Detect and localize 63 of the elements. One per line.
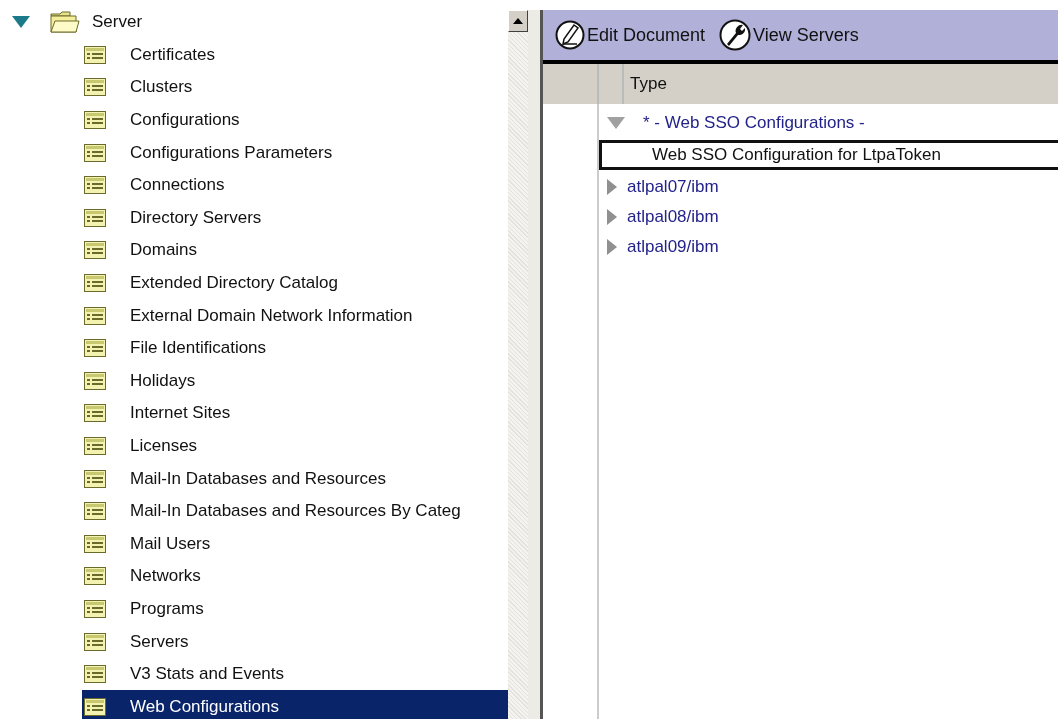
view-icon <box>84 600 106 618</box>
wrench-icon <box>719 19 752 51</box>
view-icon <box>84 665 106 684</box>
view-icon <box>84 502 106 521</box>
view-icon <box>84 371 106 390</box>
tree-item[interactable]: Programs <box>82 592 508 626</box>
view-icon <box>84 143 106 162</box>
view-icon <box>84 534 106 553</box>
expanded-arrow-icon[interactable] <box>12 16 30 29</box>
document-row[interactable]: Web SSO Configuration for LtpaToken <box>599 140 1058 170</box>
view-icon <box>84 632 106 651</box>
tree-item[interactable]: Mail-In Databases and Resources By Categ <box>82 494 508 528</box>
tree-item[interactable]: Mail-In Databases and Resources <box>82 462 508 495</box>
tree-item[interactable]: Licenses <box>82 429 508 463</box>
category-row[interactable]: atlpal07/ibm <box>627 177 719 197</box>
view-icon <box>84 274 106 293</box>
tree-item[interactable]: Directory Servers <box>82 201 508 235</box>
toolbar-button[interactable]: View Servers <box>719 19 859 51</box>
scroll-up-button[interactable] <box>508 10 528 32</box>
collapsed-arrow-icon[interactable] <box>607 179 617 195</box>
collapsed-arrow-icon[interactable] <box>607 239 617 255</box>
category-row[interactable]: atlpal08/ibm <box>627 207 719 227</box>
tree-item[interactable]: Holidays <box>82 364 508 398</box>
tree-item[interactable]: Mail Users <box>82 527 508 561</box>
category-row[interactable]: * - Web SSO Configurations - <box>643 113 865 133</box>
toolbar-button[interactable]: Edit Document <box>555 20 706 50</box>
tree-item[interactable]: Internet Sites <box>82 397 508 430</box>
view-icon <box>84 111 106 130</box>
folder-icon <box>50 11 80 34</box>
view-icon <box>84 241 106 260</box>
view-icon <box>84 78 106 97</box>
collapsed-arrow-icon[interactable] <box>607 209 617 225</box>
view-icon <box>84 567 106 586</box>
view-icon <box>84 45 106 64</box>
view-icon <box>84 437 106 455</box>
view-icon <box>84 306 106 325</box>
tree-item[interactable]: Domains <box>82 234 508 267</box>
tree-item[interactable]: Servers <box>82 625 508 658</box>
tree-item[interactable]: File Identifications <box>82 331 508 365</box>
view-icon <box>84 339 106 358</box>
tree-item[interactable]: V3 Stats and Events <box>82 657 508 691</box>
category-row[interactable]: atlpal09/ibm <box>627 237 719 257</box>
tree-item[interactable]: Connections <box>82 168 508 202</box>
tree-item[interactable]: External Domain Network Information <box>82 299 508 332</box>
tree-item[interactable]: Certificates <box>82 38 508 72</box>
scrollbar[interactable] <box>508 10 528 719</box>
up-arrow-icon <box>513 18 523 24</box>
tree-item[interactable]: Configurations <box>82 103 508 137</box>
expanded-arrow-icon[interactable] <box>607 117 625 129</box>
view-icon <box>84 469 106 488</box>
tree-item[interactable]: Web Configurations <box>82 690 508 719</box>
tree-item[interactable]: Extended Directory Catalog <box>82 266 508 300</box>
view-icon <box>84 176 106 195</box>
tree-item[interactable]: Server <box>90 11 145 34</box>
pencil-icon <box>555 20 585 50</box>
tree-item[interactable]: Clusters <box>82 71 508 104</box>
column-header[interactable]: Type <box>624 64 667 104</box>
view-icon <box>84 208 106 227</box>
tree-item[interactable]: Networks <box>82 560 508 593</box>
tree-item[interactable]: Configurations Parameters <box>82 136 508 169</box>
pane-splitter[interactable] <box>528 10 543 719</box>
view-icon <box>84 404 106 423</box>
view-icon <box>84 697 106 716</box>
